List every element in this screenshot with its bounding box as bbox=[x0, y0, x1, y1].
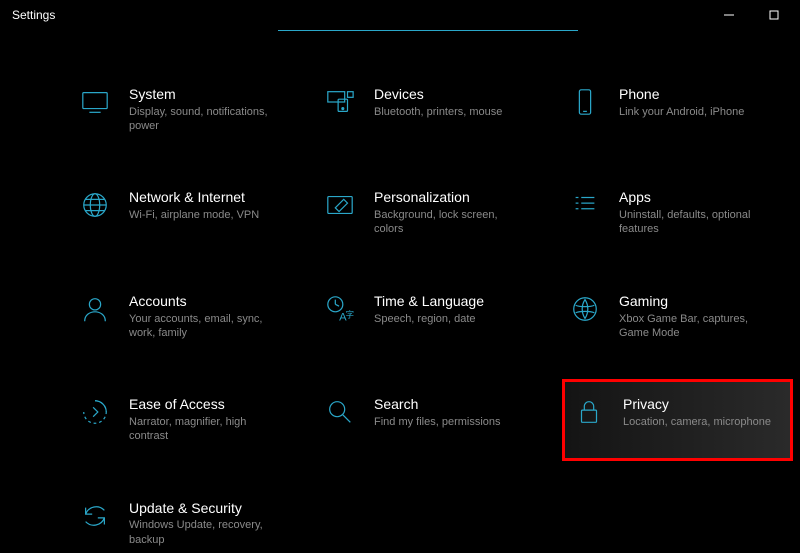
tile-title: System bbox=[129, 86, 284, 103]
personalization-icon bbox=[324, 189, 356, 221]
minimize-button[interactable] bbox=[706, 0, 751, 30]
tile-desc: Background, lock screen, colors bbox=[374, 208, 529, 237]
tile-personalization[interactable]: Personalization Background, lock screen,… bbox=[320, 183, 545, 242]
window-controls bbox=[706, 0, 796, 30]
tile-network[interactable]: Network & Internet Wi-Fi, airplane mode,… bbox=[75, 183, 300, 242]
tile-title: Search bbox=[374, 396, 501, 413]
ease-of-access-icon bbox=[79, 396, 111, 428]
tile-title: Ease of Access bbox=[129, 396, 284, 413]
window-title: Settings bbox=[12, 8, 55, 22]
tile-search[interactable]: Search Find my files, permissions bbox=[320, 390, 545, 449]
tile-desc: Your accounts, email, sync, work, family bbox=[129, 312, 284, 341]
tile-desc: Location, camera, microphone bbox=[623, 415, 771, 429]
tile-desc: Narrator, magnifier, high contrast bbox=[129, 415, 284, 444]
tile-devices[interactable]: Devices Bluetooth, printers, mouse bbox=[320, 80, 545, 139]
tile-phone[interactable]: Phone Link your Android, iPhone bbox=[565, 80, 790, 139]
apps-icon bbox=[569, 189, 601, 221]
tile-desc: Display, sound, notifications, power bbox=[129, 105, 284, 134]
titlebar: Settings bbox=[0, 0, 800, 30]
tile-desc: Speech, region, date bbox=[374, 312, 484, 326]
maximize-icon bbox=[769, 10, 779, 20]
maximize-button[interactable] bbox=[751, 0, 796, 30]
tile-update-security[interactable]: Update & Security Windows Update, recove… bbox=[75, 494, 300, 553]
gaming-icon bbox=[569, 293, 601, 325]
tile-system[interactable]: System Display, sound, notifications, po… bbox=[75, 80, 300, 139]
tile-privacy[interactable]: Privacy Location, camera, microphone bbox=[565, 382, 790, 457]
tile-title: Privacy bbox=[623, 396, 771, 413]
tile-ease-of-access[interactable]: Ease of Access Narrator, magnifier, high… bbox=[75, 390, 300, 449]
devices-icon bbox=[324, 86, 356, 118]
tile-title: Phone bbox=[619, 86, 744, 103]
time-language-icon: A字 bbox=[324, 293, 356, 325]
tile-title: Accounts bbox=[129, 293, 284, 310]
tile-title: Gaming bbox=[619, 293, 774, 310]
accounts-icon bbox=[79, 293, 111, 325]
search-input-underline[interactable] bbox=[278, 30, 578, 31]
minimize-icon bbox=[724, 10, 734, 20]
tile-title: Update & Security bbox=[129, 500, 284, 517]
tile-gaming[interactable]: Gaming Xbox Game Bar, captures, Game Mod… bbox=[565, 287, 790, 346]
tile-desc: Uninstall, defaults, optional features bbox=[619, 208, 774, 237]
phone-icon bbox=[569, 86, 601, 118]
tile-desc: Bluetooth, printers, mouse bbox=[374, 105, 502, 119]
tile-desc: Xbox Game Bar, captures, Game Mode bbox=[619, 312, 774, 341]
globe-icon bbox=[79, 189, 111, 221]
tile-title: Personalization bbox=[374, 189, 529, 206]
tile-title: Time & Language bbox=[374, 293, 484, 310]
search-icon bbox=[324, 396, 356, 428]
settings-grid: System Display, sound, notifications, po… bbox=[75, 80, 785, 553]
system-icon bbox=[79, 86, 111, 118]
tile-desc: Wi-Fi, airplane mode, VPN bbox=[129, 208, 259, 222]
tile-desc: Link your Android, iPhone bbox=[619, 105, 744, 119]
tile-title: Network & Internet bbox=[129, 189, 259, 206]
tile-desc: Find my files, permissions bbox=[374, 415, 501, 429]
lock-icon bbox=[573, 396, 605, 428]
tile-accounts[interactable]: Accounts Your accounts, email, sync, wor… bbox=[75, 287, 300, 346]
tile-desc: Windows Update, recovery, backup bbox=[129, 518, 284, 547]
update-icon bbox=[79, 500, 111, 532]
tile-title: Devices bbox=[374, 86, 502, 103]
tile-title: Apps bbox=[619, 189, 774, 206]
svg-text:字: 字 bbox=[346, 309, 354, 319]
tile-apps[interactable]: Apps Uninstall, defaults, optional featu… bbox=[565, 183, 790, 242]
tile-time-language[interactable]: A字 Time & Language Speech, region, date bbox=[320, 287, 545, 346]
